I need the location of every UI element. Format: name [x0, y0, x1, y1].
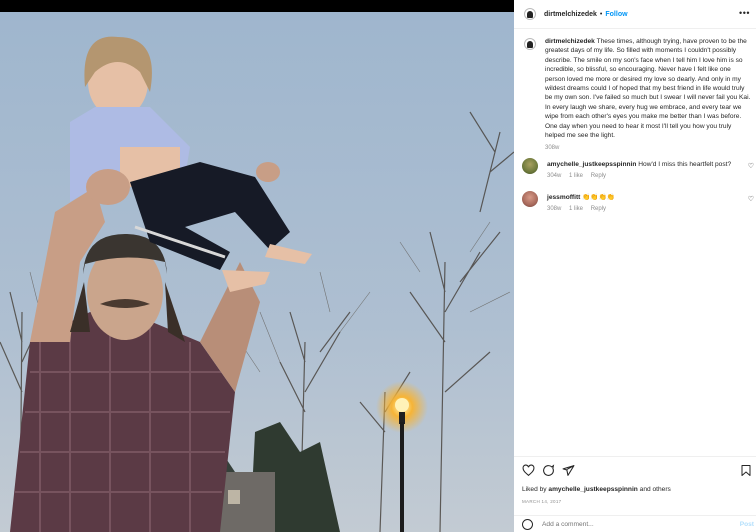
likes-summary: Liked by amychelle_justkeepsspinnin and … — [522, 486, 671, 493]
likes-user[interactable]: amychelle_justkeepsspinnin — [548, 486, 637, 493]
comment-meta: 304w 1 like Reply — [547, 172, 747, 181]
comment-heart-icon[interactable]: ♡ — [748, 162, 754, 170]
comment-text: How'd I miss this heartfelt post? — [638, 161, 732, 168]
comment-avatar[interactable] — [522, 158, 538, 174]
actions-divider — [514, 456, 756, 457]
post-comment-button[interactable]: Post — [740, 521, 754, 528]
comment-body: amychelle_justkeepsspinnin How'd I miss … — [547, 160, 747, 181]
post-header: dirtmelchizedek • Follow ••• — [514, 0, 756, 29]
add-comment-bar: Post — [514, 515, 756, 532]
post-date[interactable]: MARCH 14, 2017 — [522, 499, 561, 504]
comment-meta: 308w 1 like Reply — [547, 205, 747, 214]
comment-icon[interactable] — [542, 464, 555, 477]
post-side-panel: dirtmelchizedek • Follow ••• dirtmelchiz… — [514, 0, 756, 532]
caption-body: dirtmelchizedek These times, although tr… — [545, 37, 752, 154]
likes-prefix: Liked by — [522, 486, 547, 493]
separator-dot: • — [599, 10, 603, 18]
comment-reply-button[interactable]: Reply — [591, 206, 606, 212]
heart-icon[interactable] — [522, 464, 535, 477]
share-icon[interactable] — [562, 464, 575, 477]
comment-username[interactable]: jessmoffitt — [547, 194, 580, 201]
bookmark-icon[interactable] — [740, 464, 752, 477]
comment-item: jessmoffitt 👏👏👏👏 308w 1 like Reply ♡ — [522, 191, 754, 214]
post-username[interactable]: dirtmelchizedek — [544, 11, 597, 18]
instagram-post-view: dirtmelchizedek • Follow ••• dirtmelchiz… — [0, 0, 756, 532]
comment-likes[interactable]: 1 like — [569, 173, 583, 179]
comment-likes[interactable]: 1 like — [569, 206, 583, 212]
more-icon[interactable]: ••• — [739, 8, 750, 18]
post-actions — [522, 464, 752, 478]
add-comment-input[interactable] — [542, 520, 712, 528]
avatar-silhouette — [527, 40, 533, 48]
comment-item: amychelle_justkeepsspinnin How'd I miss … — [522, 158, 754, 181]
caption-age[interactable]: 308w — [545, 144, 752, 153]
post-photo[interactable] — [0, 12, 514, 532]
photo-father-lifting-son — [0, 12, 514, 532]
comment-avatar[interactable] — [522, 191, 538, 207]
caption-username[interactable]: dirtmelchizedek — [545, 38, 595, 45]
comment-username[interactable]: amychelle_justkeepsspinnin — [547, 161, 636, 168]
top-black-bar — [0, 0, 514, 12]
caption-text: These times, although trying, have prove… — [545, 38, 751, 140]
avatar[interactable] — [524, 8, 536, 20]
likes-suffix[interactable]: and others — [640, 486, 671, 493]
comment-age[interactable]: 304w — [547, 173, 561, 179]
emoji-icon[interactable] — [522, 518, 533, 530]
post-caption: dirtmelchizedek These times, although tr… — [524, 37, 752, 154]
comment-text: 👏👏👏👏 — [582, 194, 616, 201]
comment-body: jessmoffitt 👏👏👏👏 308w 1 like Reply — [547, 193, 747, 214]
avatar-silhouette — [527, 10, 533, 18]
comment-reply-button[interactable]: Reply — [591, 173, 606, 179]
comment-heart-icon[interactable]: ♡ — [748, 195, 754, 203]
comment-age[interactable]: 308w — [547, 206, 561, 212]
follow-button[interactable]: Follow — [605, 11, 627, 18]
caption-avatar[interactable] — [524, 38, 536, 50]
